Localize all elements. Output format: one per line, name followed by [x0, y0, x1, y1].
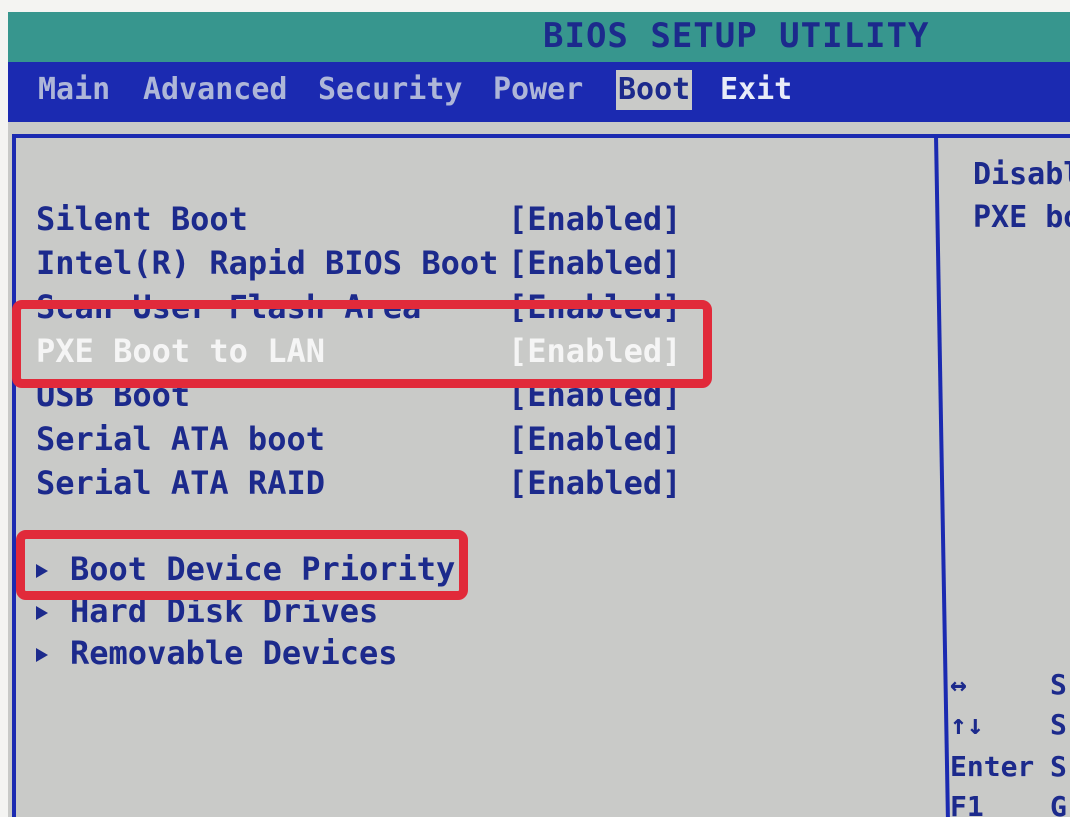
submenu-label: Removable Devices [70, 634, 398, 672]
option-silent-boot-label[interactable]: Silent Boot [36, 200, 248, 238]
menu-security[interactable]: Security [318, 70, 463, 110]
key-desc: S [1050, 708, 1067, 741]
left-right-arrow-icon: ↔ [950, 668, 967, 701]
submenu-removable-devices[interactable]: Removable Devices [36, 634, 398, 672]
option-serial-ata-raid-value[interactable]: [Enabled] [508, 464, 681, 502]
key-hint-f1: F1 G [950, 790, 1067, 817]
menu-exit[interactable]: Exit [720, 70, 792, 110]
option-scan-user-flash-value[interactable]: [Enabled] [508, 288, 681, 326]
submenu-arrow-icon [36, 606, 48, 620]
f1-key-label: F1 [950, 790, 984, 817]
option-rapid-bios-boot-value[interactable]: [Enabled] [508, 244, 681, 282]
option-usb-boot-value[interactable]: [Enabled] [508, 376, 681, 414]
bios-title: BIOS SETUP UTILITY [543, 16, 930, 56]
menu-power[interactable]: Power [493, 70, 583, 110]
option-serial-ata-boot-value[interactable]: [Enabled] [508, 420, 681, 458]
help-text-line-2: PXE bo [973, 200, 1070, 235]
menu-bar: Main Advanced Security Power Boot Exit [8, 62, 1070, 122]
submenu-label: Hard Disk Drives [70, 592, 379, 630]
option-pxe-boot-label[interactable]: PXE Boot to LAN [36, 332, 325, 370]
key-hint-enter: Enter S [950, 750, 1067, 783]
up-down-arrow-icon: ↑↓ [950, 708, 984, 741]
key-desc: S [1050, 750, 1067, 783]
option-rapid-bios-boot-label[interactable]: Intel(R) Rapid BIOS Boot [36, 244, 498, 282]
menu-main[interactable]: Main [38, 70, 110, 110]
option-scan-user-flash-label[interactable]: Scan User Flash Area [36, 288, 421, 326]
menu-boot[interactable]: Boot [616, 70, 693, 110]
key-desc: G [1050, 790, 1067, 817]
submenu-boot-device-priority[interactable]: Boot Device Priority [36, 550, 455, 588]
submenu-hard-disk-drives[interactable]: Hard Disk Drives [36, 592, 378, 630]
key-hint-up-down: ↑↓ S [950, 708, 1067, 741]
submenu-arrow-icon [36, 648, 48, 662]
key-hint-left-right: ↔ S [950, 668, 1067, 701]
enter-key-label: Enter [950, 750, 1035, 783]
option-serial-ata-boot-label[interactable]: Serial ATA boot [36, 420, 325, 458]
option-silent-boot-value[interactable]: [Enabled] [508, 200, 681, 238]
help-text-line-1: Disabl [973, 157, 1070, 192]
title-bar: BIOS SETUP UTILITY [8, 12, 1070, 62]
submenu-arrow-icon [36, 564, 48, 578]
option-pxe-boot-value[interactable]: [Enabled] [508, 332, 681, 370]
menu-advanced[interactable]: Advanced [143, 70, 288, 110]
key-desc: S [1050, 668, 1067, 701]
bios-screen: BIOS SETUP UTILITY Main Advanced Securit… [8, 12, 1070, 817]
option-usb-boot-label[interactable]: USB Boot [36, 376, 190, 414]
option-serial-ata-raid-label[interactable]: Serial ATA RAID [36, 464, 325, 502]
submenu-label: Boot Device Priority [70, 550, 456, 588]
